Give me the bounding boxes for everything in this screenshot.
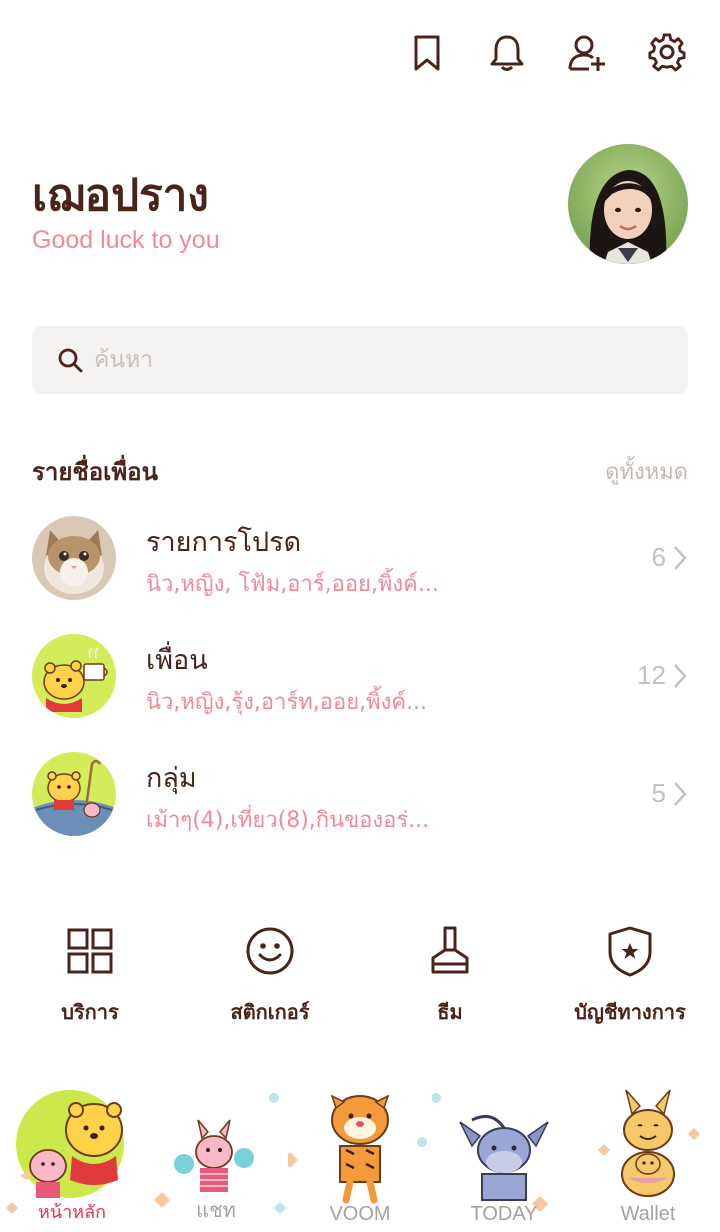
list-item-subtitle: นิว,หญิง, โฟ้ม,อาร์,ออย,พิ้งค์...	[146, 572, 439, 597]
tab-home-label: หน้าหลัก	[37, 1202, 107, 1223]
header-actions	[404, 30, 690, 76]
list-item-count: 12	[637, 660, 666, 690]
services-label: บริการ	[61, 1000, 119, 1024]
themes-button[interactable]: ธีม	[360, 924, 540, 1034]
list-item-friends[interactable]: เพื่อน นิว,หญิง,รุ้ง,อาร์ท,ออย,พิ้งค์...…	[32, 634, 688, 724]
official-accounts-button[interactable]: บัญชีทางการ	[540, 924, 720, 1034]
tab-voom-label: VOOM	[329, 1203, 391, 1225]
grid-icon	[67, 928, 113, 974]
bookmark-icon[interactable]	[404, 30, 450, 76]
tab-chat[interactable]: แชท	[144, 1080, 288, 1232]
see-all-link[interactable]: ดูทั้งหมด	[605, 454, 688, 489]
friends-thumbnail	[32, 634, 116, 718]
list-item-title: รายการโปรด	[146, 527, 302, 558]
paint-brush-icon	[431, 926, 469, 974]
list-item-count: 6	[651, 542, 666, 572]
chevron-right-icon	[674, 782, 687, 806]
stickers-button[interactable]: สติกเกอร์	[180, 924, 360, 1034]
list-item-title: เพื่อน	[146, 645, 208, 676]
settings-icon[interactable]	[644, 30, 690, 76]
favorites-thumbnail	[32, 516, 116, 600]
list-item-count: 5	[651, 778, 666, 808]
list-item-subtitle: เม้าๆ(4),เที่ยว(8),กินของอร่...	[146, 808, 430, 833]
list-item-favorites[interactable]: รายการโปรด นิว,หญิง, โฟ้ม,อาร์,ออย,พิ้งค…	[32, 516, 688, 606]
search-icon	[58, 348, 83, 373]
services-button[interactable]: บริการ	[0, 924, 180, 1034]
tab-voom[interactable]: VOOM	[288, 1080, 432, 1232]
smiley-icon	[246, 927, 294, 975]
add-friend-icon[interactable]	[564, 30, 610, 76]
search-input[interactable]	[94, 347, 614, 373]
services-row: บริการ สติกเกอร์ ธีม บัญชีทางการ	[0, 924, 720, 1034]
tab-wallet[interactable]: Wallet	[576, 1080, 720, 1232]
chevron-right-icon	[674, 546, 687, 570]
friends-section-title: รายชื่อเพื่อน	[32, 458, 158, 486]
search-bar[interactable]	[32, 326, 688, 394]
profile-name[interactable]: เฌอปราง	[32, 160, 209, 230]
profile-avatar[interactable]	[568, 144, 688, 264]
tab-today[interactable]: TODAY	[432, 1080, 576, 1232]
tab-home[interactable]: หน้าหลัก	[0, 1080, 144, 1232]
chevron-right-icon	[674, 664, 687, 688]
shield-star-icon	[608, 926, 652, 977]
themes-label: ธีม	[437, 1000, 463, 1024]
stickers-label: สติกเกอร์	[230, 1000, 310, 1024]
list-item-subtitle: นิว,หญิง,รุ้ง,อาร์ท,ออย,พิ้งค์...	[146, 690, 428, 715]
tab-wallet-label: Wallet	[620, 1203, 676, 1225]
list-item-title: กลุ่ม	[146, 763, 197, 794]
profile-status-message[interactable]: Good luck to you	[32, 226, 220, 255]
tab-chat-label: แชท	[196, 1200, 236, 1222]
groups-thumbnail	[32, 752, 116, 836]
bell-icon[interactable]	[484, 30, 530, 76]
official-accounts-label: บัญชีทางการ	[574, 1000, 686, 1024]
tab-today-label: TODAY	[470, 1203, 538, 1225]
bottom-tab-bar: หน้าหลัก แชท VOOM TODAY Wallet	[0, 1080, 720, 1232]
list-item-groups[interactable]: กลุ่ม เม้าๆ(4),เที่ยว(8),กินของอร่... 5	[32, 752, 688, 842]
